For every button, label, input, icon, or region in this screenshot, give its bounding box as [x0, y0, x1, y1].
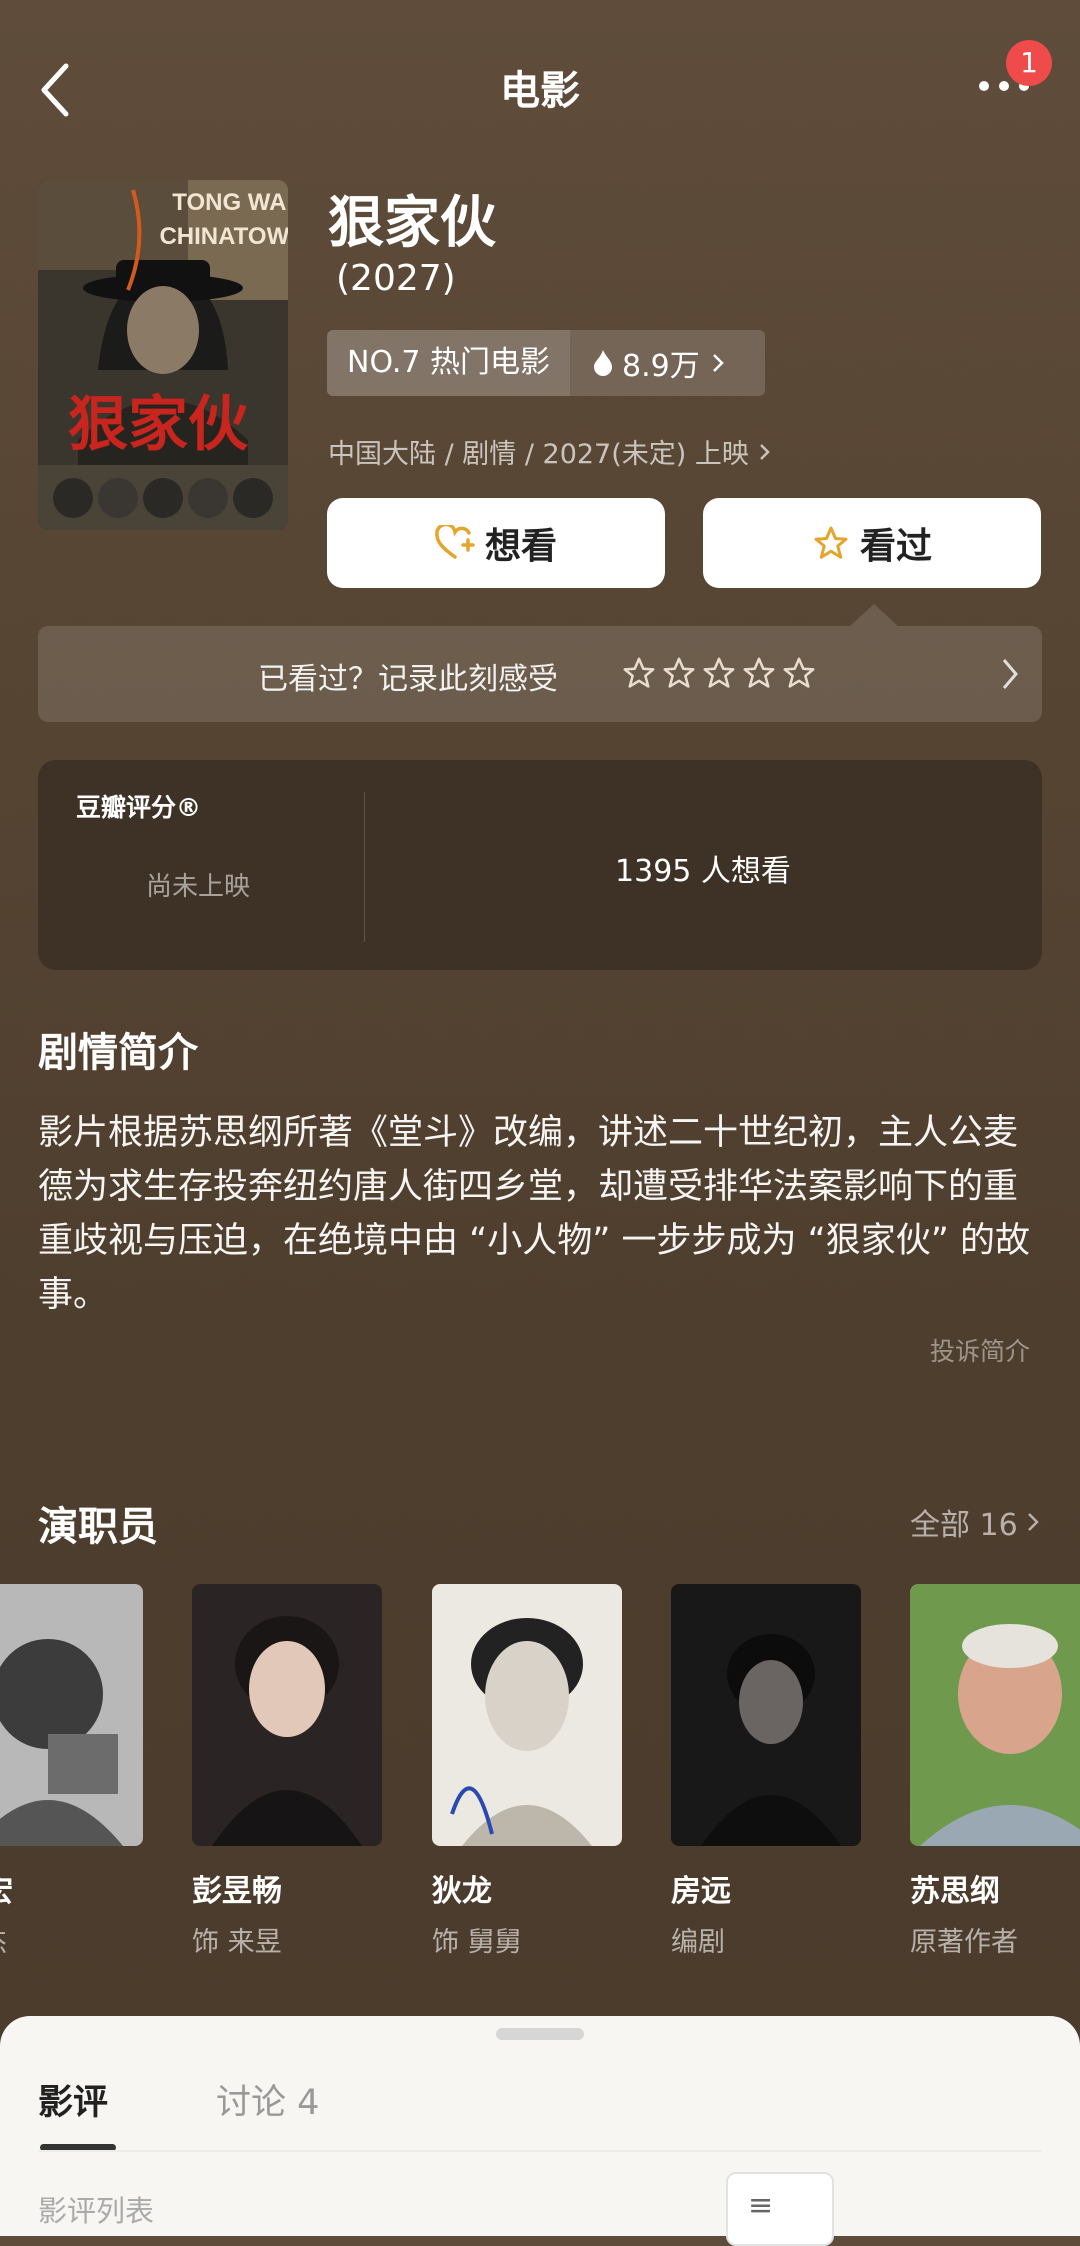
- chevron-right-icon: [712, 354, 724, 372]
- reviews-sheet: 影评 讨论 4 影评列表 ≡: [0, 2016, 1080, 2246]
- cast-card[interactable]: 苏思纲 原著作者: [910, 1584, 1080, 1959]
- cast-card[interactable]: 房远 编剧: [671, 1584, 861, 1959]
- cast-card[interactable]: 彭昱畅 饰 来昱: [192, 1584, 382, 1959]
- cast-role: 来杰: [0, 1920, 143, 1959]
- cast-name: 狄龙: [432, 1874, 492, 1909]
- tab-reviews[interactable]: 影评: [38, 2074, 108, 2125]
- poster-title: 狠家伙: [68, 390, 248, 460]
- rank-text: NO.7 热门电影: [327, 330, 570, 396]
- cast-photo: [0, 1584, 143, 1846]
- summary-text: 影片根据苏思纲所著《堂斗》改编，讲述二十世纪初，主人公麦德为求生存投奔纽约唐人街…: [38, 1113, 1031, 1315]
- drag-handle[interactable]: [496, 2028, 584, 2040]
- star-outline-icon[interactable]: [702, 656, 736, 690]
- cast-name: 彭昱畅: [192, 1874, 282, 1909]
- cast-all-link[interactable]: 全部 16: [910, 1500, 1042, 1544]
- cast-name: 房远: [671, 1874, 731, 1909]
- rank-pill[interactable]: NO.7 热门电影 8.9万: [327, 330, 765, 396]
- cast-card[interactable]: 狄龙 饰 舅舅: [432, 1584, 622, 1959]
- heart-plus-icon: [435, 525, 475, 559]
- cast-card[interactable]: 奕宏 来杰: [0, 1584, 143, 1959]
- poster-line1: TONG WAR: [172, 189, 288, 216]
- star-outline-icon[interactable]: [622, 656, 656, 690]
- cast-role: 编剧: [671, 1927, 725, 1958]
- want-to-watch-button[interactable]: 想看: [327, 498, 665, 588]
- rating-card: 豆瓣评分® 尚未上映 1395 人想看: [38, 760, 1042, 970]
- review-list-label: 影评列表: [38, 2194, 155, 2228]
- cast-photo: [910, 1584, 1080, 1846]
- heat-value: 8.9万: [622, 349, 700, 384]
- want-count: 1395 人想看: [615, 854, 791, 889]
- tab-discussion[interactable]: 讨论 4: [216, 2074, 319, 2125]
- cast-role: 饰 舅舅: [432, 1927, 522, 1958]
- movie-poster[interactable]: TONG WAR CHINATOWN 狠家伙: [38, 180, 288, 530]
- rating-stars[interactable]: [622, 656, 816, 690]
- star-icon: [814, 526, 848, 559]
- record-feeling-bar[interactable]: 已看过？记录此刻感受: [38, 626, 1042, 722]
- cast-name: 苏思纲: [910, 1874, 1000, 1909]
- chevron-right-icon: [1002, 659, 1018, 689]
- poster-line2: CHINATOWN: [159, 223, 288, 250]
- cast-photo: [432, 1584, 622, 1846]
- tab-divider: [38, 2150, 1042, 2152]
- poster-art: TONG WAR CHINATOWN 狠家伙: [38, 180, 288, 530]
- seen-label: 看过: [859, 526, 932, 567]
- cast-photo: [671, 1584, 861, 1846]
- notification-badge: 1: [1006, 40, 1052, 86]
- movie-year: (2027): [336, 258, 456, 299]
- seen-button[interactable]: 看过: [703, 498, 1041, 588]
- rating-label: 豆瓣评分®: [76, 793, 202, 822]
- meta-text: 中国大陆 / 剧情 / 2027(未定) 上映: [328, 439, 749, 470]
- flame-icon: [594, 350, 612, 376]
- cast-role: 原著作者: [910, 1927, 1018, 1958]
- cast-name: 奕宏: [0, 1866, 143, 1910]
- page-title: 电影: [500, 68, 580, 114]
- movie-title: 狠家伙: [328, 191, 496, 256]
- sort-button[interactable]: ≡: [726, 2172, 834, 2246]
- cast-photo: [192, 1584, 382, 1846]
- star-outline-icon[interactable]: [662, 656, 696, 690]
- report-summary-link[interactable]: 投诉简介: [930, 1332, 1030, 1368]
- movie-meta[interactable]: 中国大陆 / 剧情 / 2027(未定) 上映: [328, 432, 775, 471]
- chevron-right-icon: [1027, 1513, 1039, 1531]
- want-label: 想看: [484, 526, 557, 567]
- heat-info: 8.9万: [570, 341, 728, 385]
- rating-status: 尚未上映: [145, 872, 250, 902]
- cast-all-label: 全部 16: [910, 1508, 1018, 1543]
- cast-heading: 演职员: [38, 1504, 158, 1550]
- chevron-right-icon: [760, 443, 770, 460]
- star-outline-icon[interactable]: [782, 656, 816, 690]
- cast-role: 饰 来昱: [192, 1927, 282, 1958]
- record-pointer: [850, 604, 898, 626]
- summary-heading: 剧情简介: [38, 1030, 198, 1076]
- top-bar: 电影 1: [0, 0, 1080, 170]
- sort-icon: ≡: [748, 2188, 774, 2223]
- star-outline-icon[interactable]: [742, 656, 776, 690]
- record-text: 已看过？记录此刻感受: [258, 662, 558, 697]
